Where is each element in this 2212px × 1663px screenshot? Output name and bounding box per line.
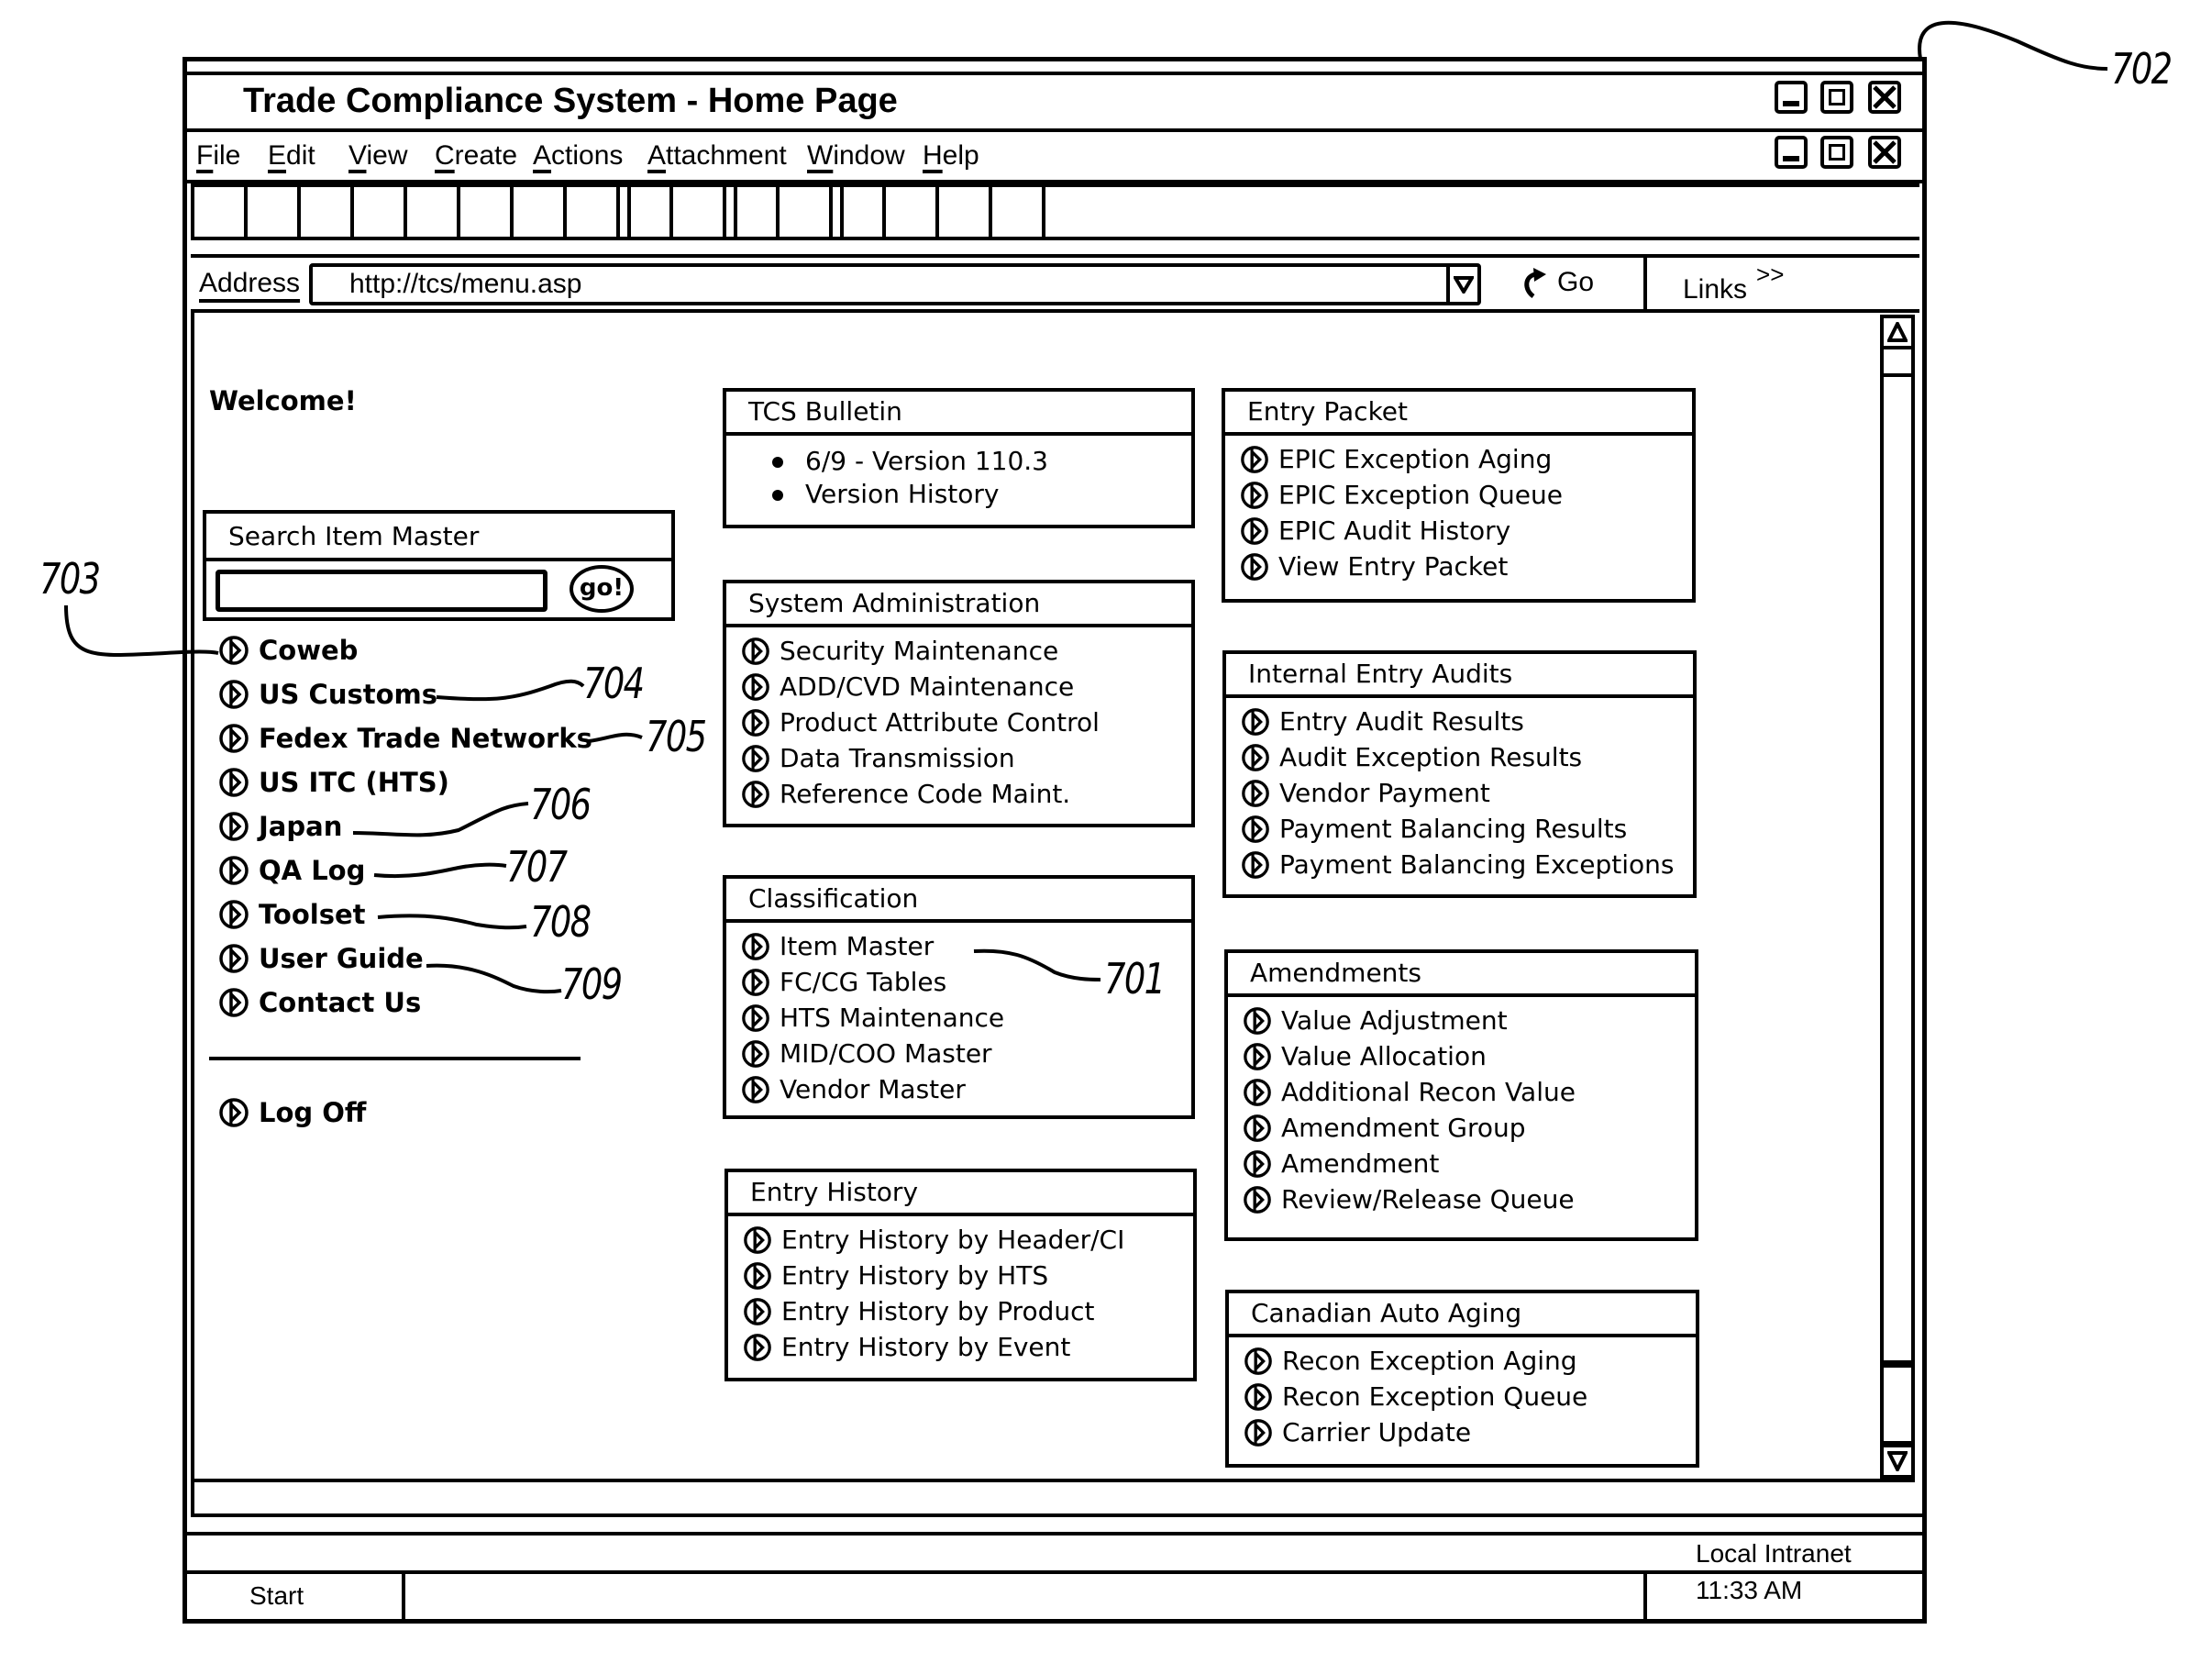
- annotation-708: 708: [530, 897, 592, 947]
- leader-707: [373, 862, 507, 879]
- annotation-702: 702: [2111, 44, 2173, 94]
- annotation-705: 705: [646, 712, 707, 761]
- annotation-707: 707: [506, 842, 568, 892]
- annotation-706: 706: [530, 780, 592, 829]
- leader-708: [377, 914, 527, 930]
- leader-702: [1918, 20, 2108, 71]
- annotation-703: 703: [39, 554, 101, 604]
- leader-701: [973, 948, 1101, 981]
- leader-704: [436, 679, 585, 702]
- annotation-704: 704: [583, 659, 645, 708]
- leader-709: [426, 963, 562, 994]
- annotation-leader-lines: [64, 20, 2108, 994]
- annotation-701: 701: [1104, 954, 1166, 1003]
- leader-705: [588, 732, 643, 743]
- leader-706: [352, 802, 529, 837]
- annotation-709: 709: [561, 959, 623, 1009]
- leader-703: [64, 604, 219, 657]
